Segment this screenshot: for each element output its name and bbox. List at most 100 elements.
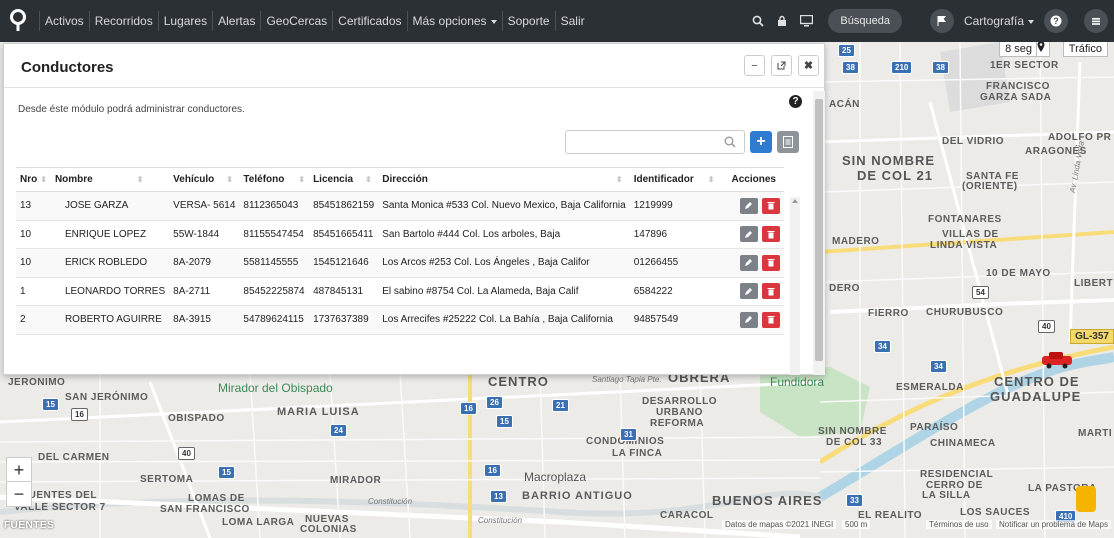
column-header-label: Teléfono: [243, 174, 285, 185]
nav-soporte[interactable]: Soporte: [501, 11, 555, 31]
edit-button[interactable]: [739, 311, 758, 328]
map-label-churubusco: CHURUBUSCO: [926, 307, 1004, 318]
column-header-licencia[interactable]: Licencia ⬍: [309, 167, 379, 192]
cell-telefono: 5581145555: [239, 248, 310, 278]
nav-recorridos[interactable]: Recorridos: [88, 11, 158, 31]
chevron-down-icon: [490, 19, 497, 24]
column-header-vehiculo[interactable]: Vehículo ⬍: [169, 167, 240, 192]
svg-text:?: ?: [1053, 16, 1059, 26]
nav-geocercas[interactable]: GeoCercas: [260, 11, 332, 31]
cell-nro: 2: [16, 305, 51, 335]
help-icon[interactable]: ?: [789, 95, 802, 108]
sort-icon: ⬍: [365, 175, 372, 184]
nav-lugares[interactable]: Lugares: [157, 11, 212, 31]
cell-vehiculo: 8A-2079: [169, 248, 240, 278]
delete-button[interactable]: [761, 254, 780, 271]
edit-button[interactable]: [739, 226, 758, 243]
column-header-direccion[interactable]: Dirección ⬍: [378, 167, 630, 192]
help-button[interactable]: ?: [1044, 9, 1068, 33]
map-label-fuentes: FUENTES: [4, 520, 55, 531]
cell-acciones: [723, 248, 784, 278]
nav-activos[interactable]: Activos: [39, 11, 89, 31]
table-scrollbar[interactable]: [790, 197, 800, 375]
table-row[interactable]: 1 LEONARDO TORRES 8A-2711 85452225874 48…: [16, 277, 784, 306]
pencil-icon: [745, 202, 753, 210]
column-header-acciones: Acciones: [723, 167, 784, 192]
cell-vehiculo: VERSA- 5614: [169, 191, 240, 221]
map-scale: 500 m: [842, 520, 871, 529]
map-label-san-jeronimo: SAN JERÓNIMO: [65, 392, 149, 403]
map-label-la-silla: LA SILLA: [922, 490, 971, 501]
map-label-villas-de: VILLAS DE: [942, 229, 999, 240]
street-view-pegman[interactable]: [1076, 486, 1096, 512]
map-label-marti: MARTI: [1078, 428, 1113, 439]
lock-icon[interactable]: [772, 11, 792, 31]
delete-button[interactable]: [761, 283, 780, 300]
app-logo[interactable]: [0, 0, 36, 42]
delete-button[interactable]: [761, 311, 780, 328]
close-button[interactable]: ✖: [798, 55, 819, 76]
table-row[interactable]: 10 ERICK ROBLEDO 8A-2079 5581145555 1545…: [16, 248, 784, 278]
cell-licencia: 85451665411: [309, 220, 379, 249]
cell-vehiculo: 8A-2711: [169, 277, 240, 306]
column-header-telefono[interactable]: Teléfono ⬍: [239, 167, 310, 192]
navbar-right: Búsqueda Cartografía ?: [746, 0, 1114, 42]
nav-mas-opciones[interactable]: Más opciones: [406, 11, 502, 31]
column-header-identificador[interactable]: Identificador ⬍: [629, 167, 724, 192]
cell-direccion: Los Arcos #253 Col. Los Ángeles , Baja C…: [378, 248, 630, 278]
scrollbar-thumb[interactable]: [815, 99, 823, 361]
table-row[interactable]: 2 ROBERTO AGUIRRE 8A-3915 54789624115 17…: [16, 305, 784, 335]
map-label-linda-vista: LINDA VISTA: [930, 240, 998, 251]
map-attribution: Datos de mapas ©2021 INEGI: [722, 520, 837, 529]
nav-alertas[interactable]: Alertas: [212, 11, 260, 31]
monitor-icon[interactable]: [796, 11, 816, 31]
nav-certificados[interactable]: Certificados: [332, 11, 406, 31]
cell-vehiculo: 55W-1844: [169, 220, 240, 249]
minimize-button[interactable]: −: [744, 55, 765, 76]
column-header-nombre[interactable]: Nombre ⬍: [50, 167, 170, 192]
search-input[interactable]: [572, 131, 722, 153]
add-conductor-button[interactable]: +: [750, 131, 772, 153]
refresh-interval[interactable]: 8 seg: [999, 42, 1038, 57]
panel-scrollbar[interactable]: [813, 91, 825, 375]
map-label-garza-sada: GARZA SADA: [980, 92, 1052, 103]
popout-button[interactable]: [771, 55, 792, 76]
route-shield: 21: [552, 399, 569, 412]
zoom-out-button[interactable]: −: [6, 481, 32, 507]
map-label-10-de-mayo: 10 DE MAYO: [986, 268, 1051, 279]
search-icon[interactable]: [748, 11, 768, 31]
zoom-in-button[interactable]: +: [6, 457, 32, 483]
cell-acciones: [723, 305, 784, 335]
map-label-mirador-obispado: Mirador del Obispado: [218, 381, 333, 395]
cartografia-menu[interactable]: Cartografía: [964, 14, 1034, 28]
traffic-toggle[interactable]: Tráfico: [1062, 42, 1108, 57]
list-icon: [1092, 18, 1100, 25]
map-label-paraiso: PARAÍSO: [910, 422, 959, 433]
map-terms-link[interactable]: Términos de uso: [926, 520, 992, 529]
map-report-link[interactable]: Notificar un problema de Maps: [996, 520, 1111, 529]
column-header-nro[interactable]: Nro ⬍: [16, 167, 51, 192]
pin-toggle[interactable]: [1036, 42, 1050, 57]
pencil-icon: [745, 259, 753, 267]
route-shield: 16: [460, 402, 477, 415]
route-shield: 24: [330, 424, 347, 437]
export-button[interactable]: [777, 131, 799, 153]
map-label-libert: LIBERT: [1074, 278, 1114, 289]
nav-salir[interactable]: Salir: [554, 11, 590, 31]
delete-button[interactable]: [761, 197, 780, 214]
table-row[interactable]: 13 JOSE GARZA VERSA- 5614 8112365043 854…: [16, 191, 784, 221]
map-label-maria-luisa: MARIA LUISA: [277, 406, 360, 418]
edit-button[interactable]: [739, 283, 758, 300]
edit-button[interactable]: [739, 254, 758, 271]
map-label-dero: DERO: [829, 283, 860, 294]
flag-button[interactable]: [929, 9, 954, 33]
map-label-la-finca: LA FINCA: [612, 448, 663, 459]
map-label-buenos-aires: BUENOS AIRES: [712, 493, 823, 508]
edit-button[interactable]: [739, 197, 758, 214]
delete-button[interactable]: [761, 226, 780, 243]
cell-identificador: 01266455: [629, 248, 724, 278]
pencil-icon: [745, 316, 753, 324]
busqueda-button[interactable]: Búsqueda: [828, 9, 902, 33]
table-row[interactable]: 10 ENRIQUE LOPEZ 55W-1844 81155547454 85…: [16, 220, 784, 249]
menu-button[interactable]: [1084, 9, 1108, 33]
